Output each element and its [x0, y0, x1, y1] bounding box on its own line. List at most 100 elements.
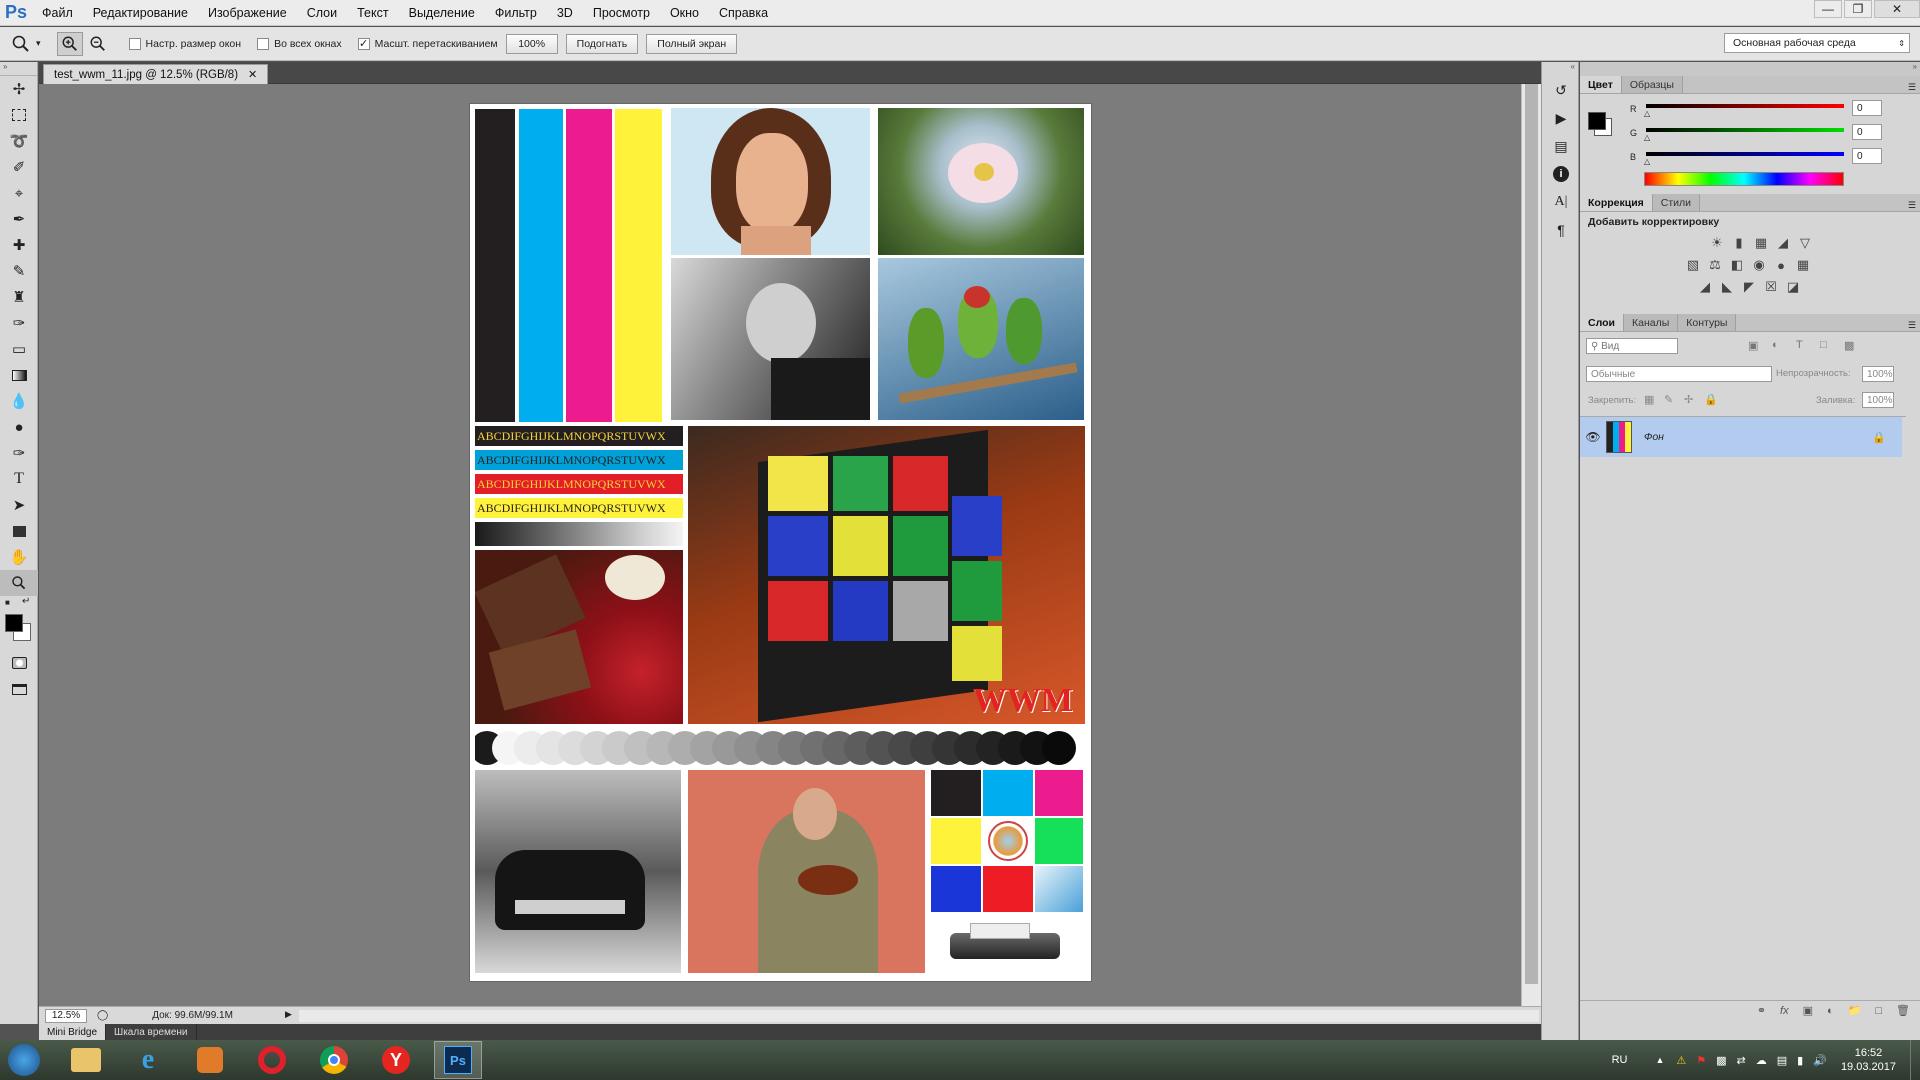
hand-tool-icon[interactable]: ✋: [0, 544, 38, 570]
power-tray-icon[interactable]: ▮: [1797, 1054, 1803, 1067]
menu-image[interactable]: Изображение: [198, 0, 297, 26]
tab-swatches[interactable]: Образцы: [1621, 76, 1683, 93]
dodge-tool-icon[interactable]: ●: [0, 414, 38, 440]
yandex-browser-taskbar-icon[interactable]: Y: [372, 1041, 420, 1079]
brightness-contrast-icon[interactable]: ☀: [1706, 232, 1728, 254]
explorer-taskbar-icon[interactable]: [62, 1041, 110, 1079]
g-slider-thumb-icon[interactable]: △: [1644, 133, 1650, 142]
layer-filter-select[interactable]: ⚲ Вид: [1586, 338, 1678, 354]
lock-transparent-icon[interactable]: ▦: [1644, 393, 1654, 406]
blend-mode-select[interactable]: Обычные: [1586, 366, 1772, 382]
menu-select[interactable]: Выделение: [399, 0, 485, 26]
r-slider-thumb-icon[interactable]: △: [1644, 109, 1650, 118]
fit-screen-button[interactable]: Подогнать: [565, 33, 639, 54]
tools-collapse-icon[interactable]: »: [0, 62, 37, 76]
selective-color-icon[interactable]: ☒: [1760, 276, 1782, 298]
new-layer-icon[interactable]: □: [1875, 1005, 1882, 1017]
layer-fx-icon[interactable]: fx: [1780, 1005, 1789, 1017]
levels-icon[interactable]: ▮: [1728, 232, 1750, 254]
color-fg-swatch[interactable]: [1588, 112, 1606, 130]
curves-icon[interactable]: ▦: [1750, 232, 1772, 254]
lock-position-icon[interactable]: ✢: [1684, 393, 1693, 406]
filter-smart-icon[interactable]: ▩: [1844, 339, 1854, 352]
path-select-tool-icon[interactable]: ➤: [0, 492, 38, 518]
start-button[interactable]: [0, 1041, 48, 1079]
network-tray-icon[interactable]: ▤: [1777, 1054, 1787, 1067]
pen-tool-icon[interactable]: ✑: [0, 440, 38, 466]
zoom-tool-preset-icon[interactable]: [8, 32, 34, 56]
brush-tool-icon[interactable]: ✎: [0, 258, 38, 284]
color-spectrum-bar[interactable]: [1644, 172, 1844, 186]
menu-filter[interactable]: Фильтр: [485, 0, 547, 26]
lock-all-icon[interactable]: 🔒: [1704, 393, 1718, 406]
scrubby-zoom-checkbox[interactable]: ✓ Масшт. перетаскиванием: [357, 37, 498, 50]
full-screen-button[interactable]: Полный экран: [646, 33, 738, 54]
tab-adjustments[interactable]: Коррекция: [1580, 194, 1653, 211]
resize-windows-checkbox[interactable]: Настр. размер окон: [128, 37, 241, 50]
tab-layers[interactable]: Слои: [1580, 314, 1624, 331]
tab-color[interactable]: Цвет: [1580, 76, 1622, 93]
resize-windows-box[interactable]: [128, 37, 141, 50]
show-desktop-button[interactable]: [1910, 1040, 1920, 1080]
media-player-taskbar-icon[interactable]: [186, 1041, 234, 1079]
threshold-icon[interactable]: ◤: [1738, 276, 1760, 298]
lock-pixels-icon[interactable]: ✎: [1664, 393, 1673, 406]
photo-filter-icon[interactable]: ◉: [1748, 254, 1770, 276]
swap-colors-icon[interactable]: ↵: [22, 596, 30, 607]
new-adjustment-layer-icon[interactable]: ◐: [1827, 1005, 1834, 1017]
shape-tool-icon[interactable]: [0, 518, 38, 544]
preset-dropdown-icon[interactable]: ▾: [36, 38, 41, 49]
document-canvas[interactable]: ABCDIFGHIJKLMNOPQRSTUVWX ABCDIFGHIJKLMNO…: [470, 104, 1091, 981]
character-panel-icon[interactable]: A|: [1542, 188, 1580, 216]
menu-3d[interactable]: 3D: [547, 0, 583, 26]
properties-panel-icon[interactable]: ▤: [1542, 132, 1580, 160]
internet-explorer-taskbar-icon[interactable]: e: [124, 1041, 172, 1079]
filter-pixel-icon[interactable]: ▣: [1748, 339, 1758, 352]
layer-row[interactable]: 👁 Фон 🔒: [1580, 417, 1902, 457]
quick-mask-icon[interactable]: [0, 650, 38, 676]
history-brush-tool-icon[interactable]: ✑: [0, 310, 38, 336]
collapse-dock-icon[interactable]: «: [1542, 62, 1578, 76]
timeline-tab[interactable]: Шкала времени: [106, 1024, 197, 1040]
b-slider-thumb-icon[interactable]: △: [1644, 157, 1650, 166]
quick-select-tool-icon[interactable]: ✐: [0, 154, 38, 180]
default-colors-icon[interactable]: ■: [5, 598, 10, 607]
r-slider[interactable]: [1646, 104, 1844, 108]
eraser-tool-icon[interactable]: ▭: [0, 336, 38, 362]
add-mask-icon[interactable]: ▣: [1803, 1004, 1813, 1017]
tab-paths[interactable]: Контуры: [1678, 314, 1737, 331]
tab-styles[interactable]: Стили: [1652, 194, 1701, 211]
restore-button[interactable]: ❐: [1844, 0, 1872, 18]
healing-brush-tool-icon[interactable]: ✚: [0, 232, 38, 258]
hue-saturation-icon[interactable]: ▧: [1682, 254, 1704, 276]
horizontal-scrollbar[interactable]: [299, 1010, 1539, 1022]
all-windows-box[interactable]: [257, 37, 270, 50]
filter-shape-icon[interactable]: □: [1820, 339, 1827, 351]
scrubby-zoom-box[interactable]: ✓: [357, 37, 370, 50]
info-panel-icon[interactable]: i: [1542, 160, 1580, 188]
layer-visibility-eye-icon[interactable]: 👁: [1580, 430, 1606, 444]
security-tray-icon[interactable]: ⚑: [1696, 1054, 1706, 1067]
status-menu-arrow-icon[interactable]: ▶: [285, 1009, 292, 1020]
g-slider[interactable]: [1646, 128, 1844, 132]
new-group-icon[interactable]: 📁: [1848, 1004, 1862, 1017]
invert-icon[interactable]: ◢: [1694, 276, 1716, 298]
gradient-map-icon[interactable]: ◪: [1782, 276, 1804, 298]
b-value-field[interactable]: 0: [1852, 148, 1882, 164]
lasso-tool-icon[interactable]: ➰: [0, 128, 38, 154]
filter-adjustment-icon[interactable]: ◐: [1772, 339, 1779, 351]
color-panel-menu-icon[interactable]: ☰: [1908, 82, 1916, 93]
opacity-field[interactable]: 100%: [1862, 366, 1894, 382]
document-tab[interactable]: test_wwm_11.jpg @ 12.5% (RGB/8) ✕: [43, 64, 269, 84]
color-balance-icon[interactable]: ⚖: [1704, 254, 1726, 276]
clone-stamp-tool-icon[interactable]: ♜: [0, 284, 38, 310]
gradient-tool-icon[interactable]: [0, 362, 38, 388]
app-tray-icon[interactable]: ▩: [1716, 1054, 1726, 1067]
crop-tool-icon[interactable]: ⌖: [0, 180, 38, 206]
menu-type[interactable]: Текст: [347, 0, 398, 26]
delete-layer-icon[interactable]: 🗑: [1896, 1004, 1910, 1017]
photoshop-taskbar-icon[interactable]: Ps: [434, 1041, 482, 1079]
history-panel-icon[interactable]: ↺: [1542, 76, 1580, 104]
sync-tray-icon[interactable]: ⇄: [1737, 1054, 1746, 1067]
filter-type-icon[interactable]: T: [1796, 339, 1803, 351]
